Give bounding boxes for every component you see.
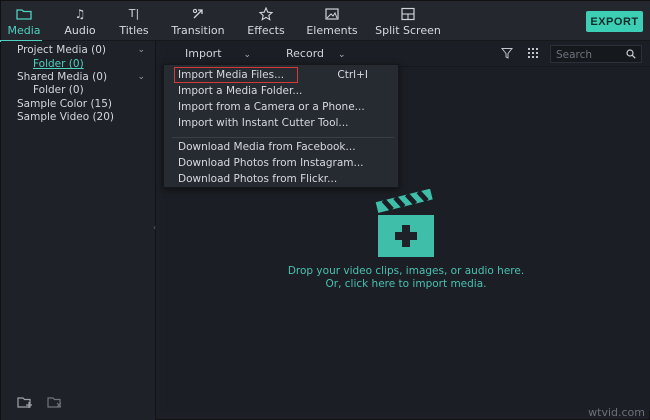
video-editor-window: Media ♫ Audio T| Titles Transition Effec… [0, 0, 650, 420]
tab-label: Elements [306, 24, 358, 37]
folder-icon [16, 9, 32, 20]
menu-divider [172, 137, 394, 138]
watermark: wtvid.com [588, 406, 645, 419]
sidebar-item-sample-color[interactable]: Sample Color (15) [17, 98, 112, 110]
effects-icon [258, 7, 274, 21]
tab-label: Transition [171, 24, 225, 37]
chevron-down-icon[interactable]: ⌄ [137, 45, 145, 55]
split-screen-icon [401, 7, 415, 21]
chevron-down-icon: ⌄ [338, 50, 346, 60]
tab-effects[interactable]: Effects [234, 7, 298, 37]
image-icon [325, 8, 339, 20]
sidebar-item-project-folder[interactable]: Folder (0) [33, 58, 84, 70]
add-folder-icon[interactable] [17, 395, 33, 409]
drop-hint-line1[interactable]: Drop your video clips, images, or audio … [251, 265, 561, 277]
search-box [550, 45, 642, 63]
transition-icon [192, 8, 203, 19]
tab-label: Titles [119, 24, 149, 37]
search-input[interactable] [556, 48, 626, 61]
music-note-icon: ♫ [74, 7, 86, 21]
tab-label: Effects [247, 24, 285, 37]
menu-item-facebook[interactable]: Download Media from Facebook... [178, 141, 356, 153]
import-dropdown[interactable]: Import ⌄ [185, 47, 251, 60]
text-icon: T| [128, 7, 140, 20]
menu-item-import-camera[interactable]: Import from a Camera or a Phone... [178, 101, 365, 113]
sidebar-item-shared-media[interactable]: Shared Media (0) [17, 71, 107, 83]
collapse-sidebar-icon[interactable]: ‹ [153, 223, 156, 232]
sidebar-item-shared-folder[interactable]: Folder (0) [33, 84, 84, 96]
import-label: Import [185, 47, 222, 60]
tab-elements[interactable]: Elements [300, 7, 364, 37]
menu-item-import-media-files[interactable]: Import Media Files... [178, 69, 284, 81]
tab-label: Media [7, 24, 41, 37]
top-toolbar: Media ♫ Audio T| Titles Transition Effec… [0, 1, 650, 42]
media-library-sidebar: Project Media (0) ⌄ Folder (0) Shared Me… [1, 41, 156, 420]
menu-item-instagram[interactable]: Download Photos from Instagram... [178, 157, 364, 169]
clapperboard-icon[interactable] [374, 189, 438, 259]
chevron-down-icon[interactable]: ⌄ [137, 72, 145, 82]
filter-icon[interactable] [501, 47, 513, 59]
record-label: Record [286, 47, 325, 60]
import-menu: Import Media Files... Ctrl+I Import a Me… [163, 64, 399, 188]
export-button[interactable]: EXPORT [586, 11, 643, 32]
sidebar-item-project-media[interactable]: Project Media (0) [17, 44, 106, 56]
search-icon[interactable] [626, 49, 636, 59]
tab-transition[interactable]: Transition [166, 7, 230, 37]
grid-view-icon[interactable] [527, 47, 539, 59]
menu-item-import-folder[interactable]: Import a Media Folder... [178, 85, 302, 97]
record-dropdown[interactable]: Record ⌄ [286, 47, 346, 60]
tab-label: Audio [64, 24, 96, 37]
tab-split-screen[interactable]: Split Screen [375, 7, 441, 37]
tab-label: Split Screen [375, 24, 441, 37]
delete-folder-icon[interactable] [47, 395, 63, 409]
menu-item-instant-cutter[interactable]: Import with Instant Cutter Tool... [178, 117, 348, 129]
shortcut-label: Ctrl+I [337, 69, 368, 81]
drop-hint-line2[interactable]: Or, click here to import media. [251, 278, 561, 290]
tab-titles[interactable]: T| Titles [102, 7, 166, 37]
chevron-down-icon: ⌄ [243, 50, 252, 60]
sidebar-item-sample-video[interactable]: Sample Video (20) [17, 111, 114, 123]
menu-item-flickr[interactable]: Download Photos from Flickr... [178, 173, 337, 185]
